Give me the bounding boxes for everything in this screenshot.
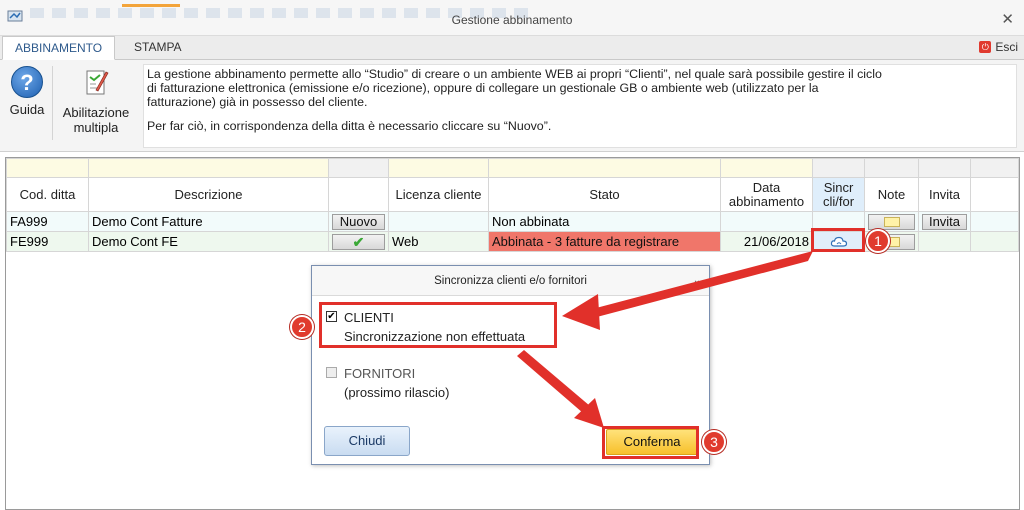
cell-invita: Invita <box>918 211 971 232</box>
cell-cod[interactable]: FE999 <box>6 231 89 252</box>
table-row[interactable]: FA999 Demo Cont Fatture Nuovo Non abbina… <box>6 211 1019 232</box>
invita-button[interactable]: Invita <box>922 213 967 230</box>
header-sincr[interactable]: Sincr cli/for <box>812 177 865 212</box>
header-line: Data <box>752 179 781 195</box>
filter-cell[interactable] <box>720 158 813 178</box>
dialog-title: Sincronizza clienti e/o fornitori <box>434 275 587 287</box>
fornitori-label: FORNITORI <box>344 366 416 381</box>
filter-cell[interactable] <box>88 158 329 178</box>
cell-cod[interactable]: FA999 <box>6 211 89 232</box>
header-spacer <box>970 177 1019 212</box>
header-line: abbinamento <box>728 193 805 209</box>
cell-empty <box>970 231 1019 252</box>
header-data-abbinamento[interactable]: Data abbinamento <box>720 177 813 212</box>
title-bar: Gestione abbinamento ✕ <box>0 0 1024 36</box>
filter-cell[interactable] <box>488 158 721 178</box>
abilitazione-multipla-button[interactable]: Abilitazione multipla <box>56 66 136 135</box>
info-line: di fatturazione elettronica (emissione e… <box>147 81 819 95</box>
cell-empty <box>970 211 1019 232</box>
filter-cell <box>970 158 1019 178</box>
header-line: Sincr <box>823 179 854 195</box>
title-accent-bar <box>122 4 180 7</box>
highlight-sync-cell <box>811 228 865 252</box>
cell-note <box>864 211 919 232</box>
cell-licenza[interactable] <box>388 211 489 232</box>
note-button[interactable] <box>868 213 915 230</box>
header-descrizione[interactable]: Descrizione <box>88 177 329 212</box>
window-title: Gestione abbinamento <box>451 13 573 27</box>
fornitori-checkbox[interactable] <box>326 367 337 378</box>
tab-abbinamento[interactable]: ABBINAMENTO <box>2 36 116 60</box>
close-window-button[interactable]: ✕ <box>1001 10 1014 28</box>
filter-row <box>6 158 1019 178</box>
cell-desc[interactable]: Demo Cont FE <box>88 231 329 252</box>
header-row: Cod. ditta Descrizione Licenza cliente S… <box>6 177 1019 212</box>
power-icon: ⏻ <box>979 41 992 53</box>
info-paragraph-2: Per far ciò, in corrispondenza della dit… <box>147 119 552 133</box>
header-cod-ditta[interactable]: Cod. ditta <box>6 177 89 212</box>
highlight-clienti <box>319 302 557 348</box>
filter-cell <box>812 158 865 178</box>
document-edit-icon <box>86 70 109 95</box>
cell-stato[interactable]: Abbinata - 3 fatture da registrare <box>488 231 721 252</box>
guida-button[interactable]: ? Guida <box>6 66 48 117</box>
check-icon: ✔ <box>352 233 365 250</box>
header-action <box>328 177 389 212</box>
filter-cell <box>328 158 389 178</box>
chevron-down-icon[interactable]: ⌄ <box>693 266 701 296</box>
chiudi-button[interactable]: Chiudi <box>324 426 410 456</box>
ribbon-separator <box>52 66 53 140</box>
note-icon <box>883 216 900 227</box>
abilitazione-label-2: multipla <box>73 120 119 135</box>
filter-cell <box>864 158 919 178</box>
ribbon: ? Guida Abilitazione multipla La gestion… <box>0 60 1024 152</box>
help-icon: ? <box>11 66 43 98</box>
nuovo-button[interactable]: Nuovo <box>332 213 385 230</box>
info-line: fatturazione) già in possesso del client… <box>147 95 368 109</box>
annotation-badge-2: 2 <box>290 315 314 339</box>
guida-label: Guida <box>9 102 45 117</box>
header-note[interactable]: Note <box>864 177 919 212</box>
annotation-badge-3: 3 <box>702 430 726 454</box>
cell-data[interactable]: 21/06/2018 <box>720 231 813 252</box>
tab-stampa[interactable]: STAMPA <box>122 36 194 60</box>
tab-bar: ABBINAMENTO STAMPA ⏻ Esci <box>0 36 1024 60</box>
abbinata-check-button[interactable]: ✔ <box>332 233 385 250</box>
cell-licenza[interactable]: Web <box>388 231 489 252</box>
info-paragraph-1: La gestione abbinamento permette allo “S… <box>147 67 1013 109</box>
fornitori-status: (prossimo rilascio) <box>344 385 450 400</box>
info-line: La gestione abbinamento permette allo “S… <box>147 67 882 81</box>
header-licenza[interactable]: Licenza cliente <box>388 177 489 212</box>
filter-cell <box>918 158 971 178</box>
cell-desc[interactable]: Demo Cont Fatture <box>88 211 329 232</box>
dialog-title-bar: Sincronizza clienti e/o fornitori ⌄ <box>312 266 709 296</box>
cell-invita <box>918 231 971 252</box>
cell-action: Nuovo <box>328 211 389 232</box>
cell-data[interactable] <box>720 211 813 232</box>
cell-stato[interactable]: Non abbinata <box>488 211 721 232</box>
filter-cell[interactable] <box>6 158 89 178</box>
filter-cell[interactable] <box>388 158 489 178</box>
exit-label: Esci <box>995 40 1018 54</box>
header-stato[interactable]: Stato <box>488 177 721 212</box>
info-panel: La gestione abbinamento permette allo “S… <box>143 64 1017 148</box>
cell-action: ✔ <box>328 231 389 252</box>
abilitazione-label-1: Abilitazione <box>62 105 130 120</box>
highlight-conferma <box>602 426 699 459</box>
exit-button[interactable]: ⏻ Esci <box>979 40 1018 54</box>
header-invita[interactable]: Invita <box>918 177 971 212</box>
header-line: cli/for <box>822 193 855 209</box>
annotation-badge-1: 1 <box>866 229 890 253</box>
